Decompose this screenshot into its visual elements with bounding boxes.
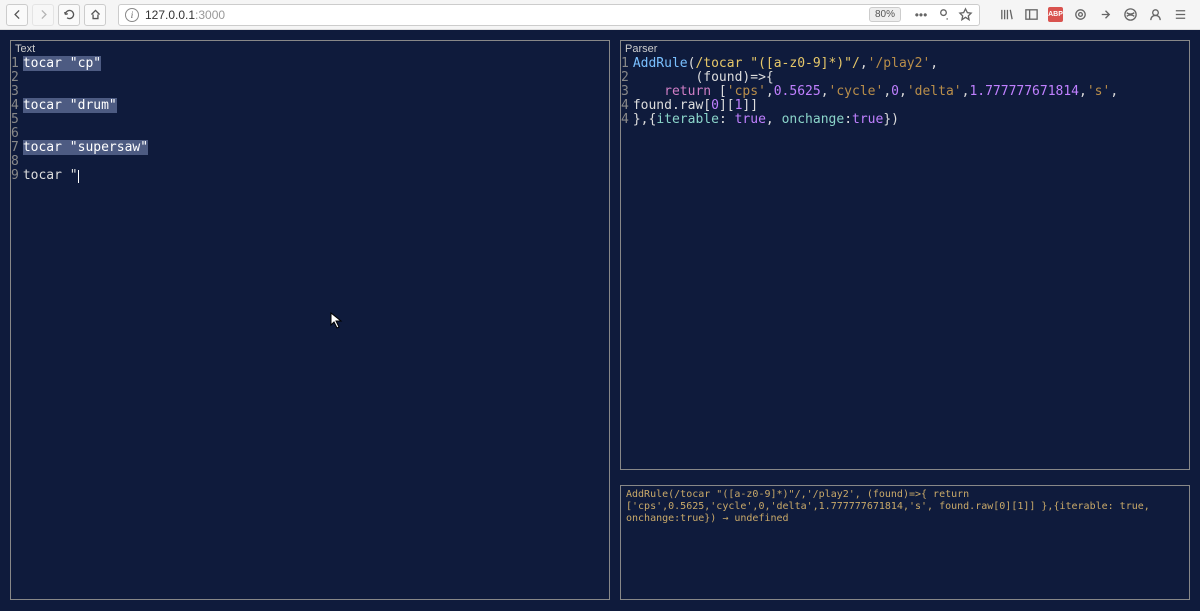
text-panel: Text 123456789 tocar "cp"tocar "drum"toc… <box>10 40 610 600</box>
url-bar[interactable]: i 127.0.0.1:3000 80% ••• <box>118 4 980 26</box>
code-line[interactable] <box>23 85 148 99</box>
code-line[interactable]: tocar "drum" <box>23 99 148 113</box>
extension-icon-1[interactable] <box>1072 7 1088 23</box>
app-content: Text 123456789 tocar "cp"tocar "drum"toc… <box>0 30 1200 611</box>
reader-icon[interactable] <box>935 7 951 23</box>
code-line[interactable] <box>23 113 148 127</box>
bookmark-icon[interactable] <box>957 7 973 23</box>
browser-toolbar: i 127.0.0.1:3000 80% ••• ABP <box>0 0 1200 30</box>
library-icon[interactable] <box>998 7 1014 23</box>
sidebar-icon[interactable] <box>1023 7 1039 23</box>
back-button[interactable] <box>6 4 28 26</box>
info-icon[interactable]: i <box>125 8 139 22</box>
text-editor[interactable]: 123456789 tocar "cp"tocar "drum"tocar "s… <box>11 57 609 183</box>
more-icon[interactable]: ••• <box>913 7 929 23</box>
parser-editor[interactable]: 1 2 3 4 4 AddRule(/tocar "([a-z0-9]*)"/,… <box>621 57 1189 127</box>
code-line[interactable] <box>23 127 148 141</box>
extension-icon-2[interactable] <box>1097 7 1113 23</box>
profile-icon[interactable] <box>1147 7 1163 23</box>
menu-icon[interactable] <box>1172 7 1188 23</box>
parser-gutter: 1 2 3 4 4 <box>621 57 633 127</box>
code-line[interactable]: tocar " <box>23 169 148 183</box>
abp-icon[interactable]: ABP <box>1048 7 1063 22</box>
parser-panel-title: Parser <box>621 41 1189 57</box>
zoom-badge[interactable]: 80% <box>869 7 901 22</box>
right-toolbar: ABP <box>992 7 1194 23</box>
parser-code[interactable]: AddRule(/tocar "([a-z0-9]*)"/,'/play2', … <box>633 57 1118 127</box>
code-line[interactable]: tocar "cp" <box>23 57 148 71</box>
forward-button[interactable] <box>32 4 54 26</box>
code-line[interactable] <box>23 71 148 85</box>
reload-button[interactable] <box>58 4 80 26</box>
console-log: AddRule(/tocar "([a-z0-9]*)"/,'/play2', … <box>621 486 1189 528</box>
url-text: 127.0.0.1:3000 <box>145 8 225 22</box>
code-line[interactable] <box>23 155 148 169</box>
console-panel: AddRule(/tocar "([a-z0-9]*)"/,'/play2', … <box>620 485 1190 600</box>
code-line[interactable]: tocar "supersaw" <box>23 141 148 155</box>
text-panel-title: Text <box>11 41 609 57</box>
extension-icon-3[interactable] <box>1122 7 1138 23</box>
home-button[interactable] <box>84 4 106 26</box>
parser-panel: Parser 1 2 3 4 4 AddRule(/tocar "([a-z0-… <box>620 40 1190 470</box>
